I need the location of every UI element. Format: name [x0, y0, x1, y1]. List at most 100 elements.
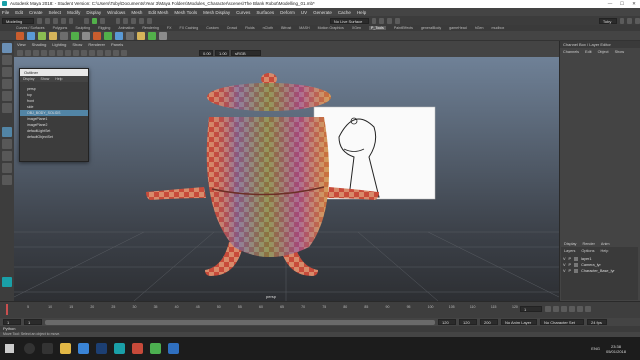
textured-icon[interactable] — [89, 49, 95, 56]
menu-create[interactable]: Create — [29, 10, 43, 15]
shelf-tab-generalbody[interactable]: generalBody — [421, 26, 441, 30]
shelf-tab-xgen[interactable]: XGen — [352, 26, 361, 30]
menu-windows[interactable]: Windows — [107, 10, 125, 15]
current-time-marker[interactable] — [6, 304, 8, 315]
exposure-field[interactable]: 0.00 — [199, 49, 213, 56]
viewport-menu-renderer[interactable]: Renderer — [88, 42, 105, 47]
menu-mesh-tools[interactable]: Mesh Tools — [174, 10, 197, 15]
shelf-tool-icon[interactable] — [126, 31, 134, 40]
viewport-menu-show[interactable]: Show — [72, 42, 82, 47]
file-explorer-icon[interactable] — [60, 343, 71, 354]
layer-menu-help[interactable]: Help — [601, 249, 609, 253]
color-space-dropdown[interactable]: sRGB gamma — [231, 49, 261, 61]
rotate-tool-icon[interactable] — [2, 91, 12, 101]
viewport-menu-view[interactable]: View — [17, 42, 26, 47]
menu-curves[interactable]: Curves — [236, 10, 250, 15]
shelf-tool-icon[interactable] — [137, 31, 145, 40]
layer-menu-layers[interactable]: Layers — [564, 249, 575, 253]
viewport-persp[interactable]: persp — [14, 57, 559, 301]
layer-color-swatch[interactable] — [574, 269, 579, 273]
camera-attributes-icon[interactable] — [25, 49, 31, 56]
menu-display[interactable]: Display — [86, 10, 101, 15]
xray-icon[interactable] — [113, 49, 119, 56]
layer-name[interactable]: Character_Base_lyr — [581, 268, 615, 274]
character-set-dropdown[interactable]: No Character Set — [540, 319, 584, 325]
outliner-menu-display[interactable]: Display — [23, 77, 34, 81]
toggle-attribute-editor-icon[interactable] — [627, 17, 633, 24]
shelf-tool-icon[interactable] — [115, 31, 123, 40]
bookmark-icon[interactable] — [33, 49, 39, 56]
single-view-icon[interactable] — [2, 127, 12, 137]
minimize-button[interactable]: — — [604, 0, 616, 8]
gamma-value-field[interactable]: 1.00 — [215, 49, 229, 56]
menu-edit-mesh[interactable]: Edit Mesh — [148, 10, 168, 15]
step-back-icon[interactable] — [553, 306, 559, 312]
film-gate-icon[interactable] — [57, 49, 63, 56]
shelf-tab-mudbox[interactable]: mudbox — [492, 26, 505, 30]
select-object-icon[interactable] — [92, 17, 97, 24]
shelf-tab-hgen[interactable]: hGen — [475, 26, 484, 30]
shelf-tab-fx[interactable]: FX — [167, 26, 172, 30]
custom-layout-icon[interactable] — [2, 175, 12, 185]
menu-file[interactable]: File — [2, 10, 9, 15]
scale-tool-icon[interactable] — [2, 103, 12, 113]
new-scene-icon[interactable] — [37, 17, 43, 24]
channel-box-menu-edit[interactable]: Edit — [585, 50, 592, 54]
shelf-tool-icon[interactable] — [27, 31, 35, 40]
fps-dropdown[interactable]: 24 fps — [587, 319, 607, 325]
range-bar[interactable] — [45, 319, 435, 325]
shelf-tab-gamehead[interactable]: gameHead — [449, 26, 467, 30]
image-plane-icon[interactable] — [41, 49, 47, 56]
maya-taskbar-icon[interactable] — [114, 343, 125, 354]
maximize-button[interactable]: ☐ — [616, 0, 628, 8]
mail-icon[interactable] — [168, 343, 179, 354]
snap-view-icon[interactable] — [139, 17, 145, 24]
shelf-tab-fx-caching[interactable]: FX Caching — [180, 26, 199, 30]
outliner-menu-show[interactable]: Show — [40, 77, 49, 81]
move-tool-icon[interactable] — [2, 79, 12, 89]
menu-deform[interactable]: Deform — [280, 10, 295, 15]
select-component-icon[interactable] — [99, 17, 105, 24]
menu-mesh-display[interactable]: Mesh Display — [203, 10, 230, 15]
shelf-tab-animation[interactable]: Animation — [118, 26, 134, 30]
shelf-tab-crowd[interactable]: Crowd — [227, 26, 237, 30]
shelf-tool-icon[interactable] — [148, 31, 156, 40]
camera-icon[interactable] — [17, 49, 23, 56]
anim-layer-dropdown[interactable]: No Anim Layer — [501, 319, 537, 325]
isolate-select-icon[interactable] — [121, 49, 127, 56]
shelf-tab-ncloth[interactable]: nCloth — [263, 26, 273, 30]
persp-outliner-icon[interactable] — [2, 151, 12, 161]
user-account[interactable]: Toby — [598, 17, 617, 24]
menu-mesh[interactable]: Mesh — [131, 10, 142, 15]
shadows-icon[interactable] — [105, 49, 111, 56]
shelf-tab-motion-graphics[interactable]: Motion Graphics — [318, 26, 344, 30]
shelf-tool-icon[interactable] — [16, 31, 24, 40]
clock[interactable]: 23:38 05/01/2018 — [606, 344, 626, 354]
viewport-menu-lighting[interactable]: Lighting — [52, 42, 66, 47]
play-forward-icon[interactable] — [569, 306, 575, 312]
menu-help[interactable]: Help — [357, 10, 366, 15]
snap-surface-icon[interactable] — [147, 17, 152, 24]
go-to-start-icon[interactable] — [545, 306, 551, 312]
channel-box-menu-object[interactable]: Object — [598, 50, 609, 54]
menu-generate[interactable]: Generate — [313, 10, 332, 15]
shelf-tool-icon[interactable] — [38, 31, 46, 40]
snap-curve-icon[interactable] — [123, 17, 129, 24]
current-frame-field[interactable]: 1 — [520, 306, 542, 312]
max-end-field[interactable]: 200 — [480, 319, 498, 325]
grid-icon[interactable] — [49, 49, 55, 56]
snap-grid-icon[interactable] — [115, 17, 121, 24]
shelf-tab-painteffects[interactable]: PaintEffects — [394, 26, 413, 30]
menu-surfaces[interactable]: Surfaces — [256, 10, 274, 15]
viewport-menu-panels[interactable]: Panels — [111, 42, 123, 47]
shelf-tool-icon[interactable] — [60, 31, 68, 40]
live-surface-field[interactable]: No Live Surface — [329, 17, 369, 24]
viewport-menu-shading[interactable]: Shading — [32, 42, 47, 47]
lights-icon[interactable] — [97, 49, 103, 56]
render-icon[interactable] — [371, 17, 377, 24]
step-forward-icon[interactable] — [577, 306, 583, 312]
shelf-tool-icon[interactable] — [71, 31, 79, 40]
outliner-menu-help[interactable]: Help — [55, 77, 62, 81]
time-slider[interactable]: 1510152025303540455055606570758085909510… — [0, 301, 640, 318]
toggle-channel-box-icon[interactable] — [635, 17, 640, 24]
